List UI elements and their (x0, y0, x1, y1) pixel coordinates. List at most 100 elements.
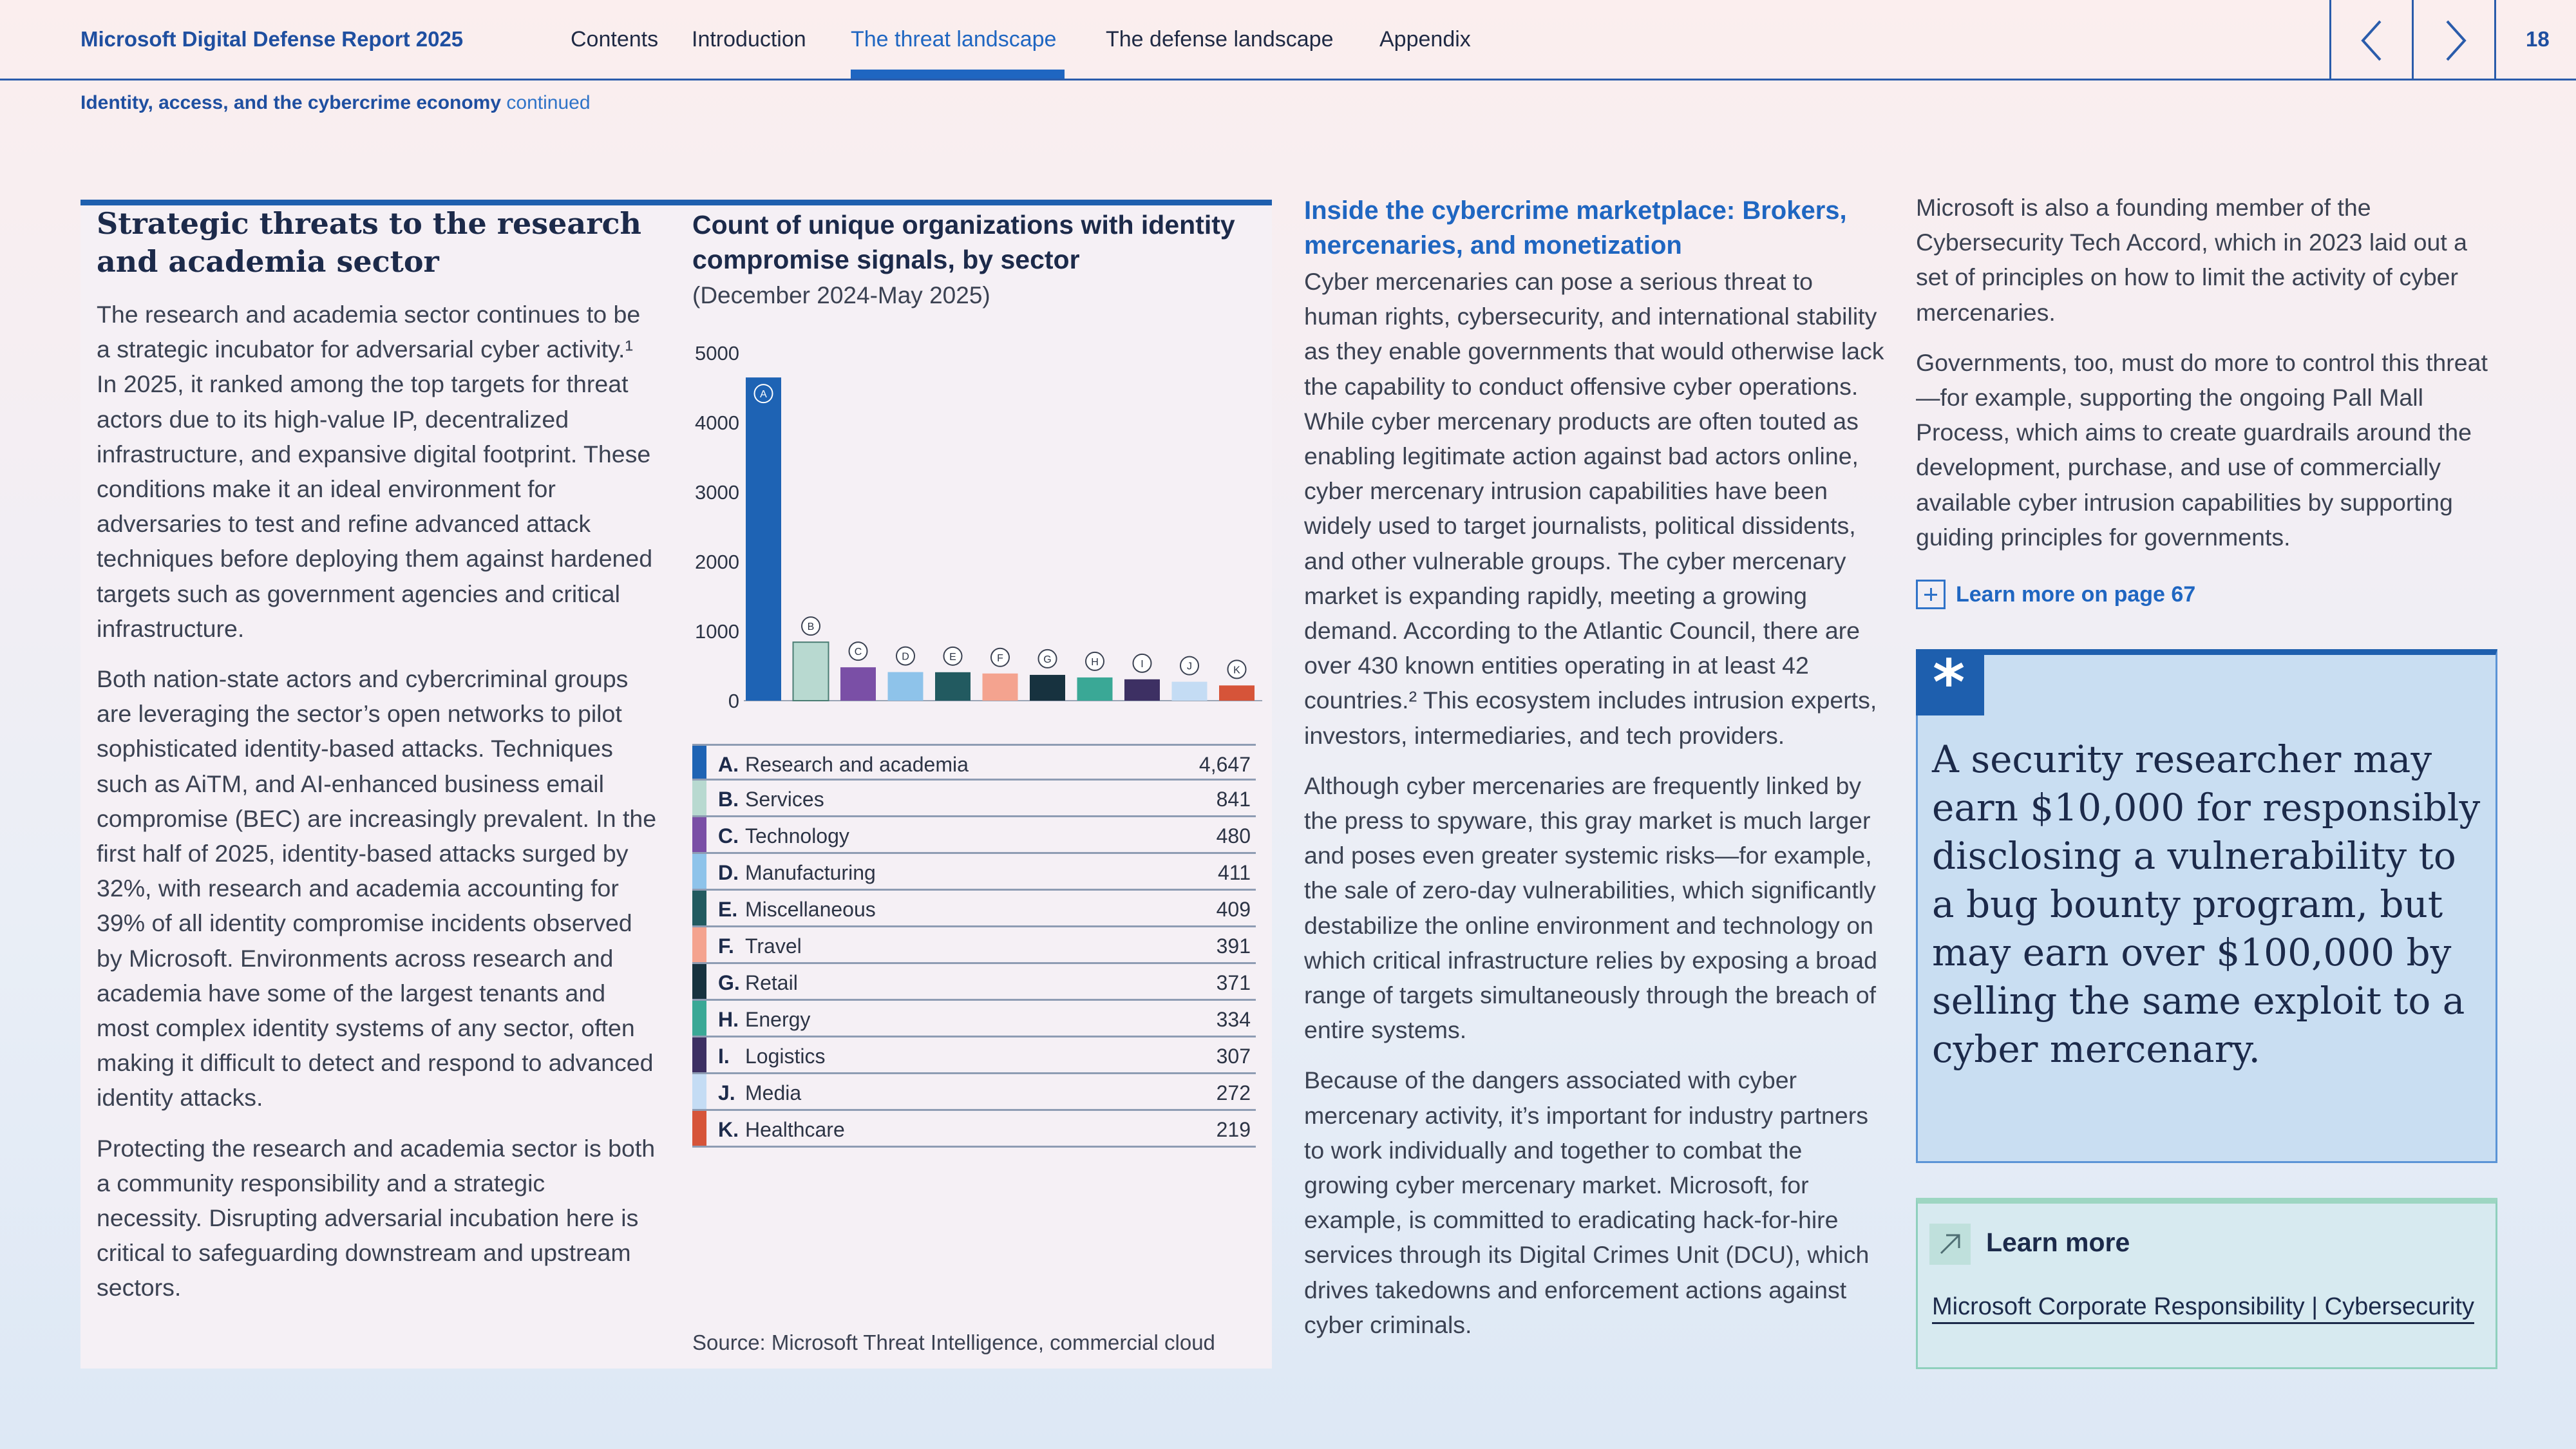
paragraph: Microsoft is also a founding member of t… (1916, 194, 2468, 326)
legend-row: C. Technology 480 (692, 817, 1256, 854)
cybersecurity-link[interactable]: Microsoft Corporate Responsibility | Cyb… (1932, 1293, 2474, 1324)
paragraph: Cyber mercenaries can pose a serious thr… (1304, 268, 1884, 749)
bar-energy (1077, 677, 1113, 701)
legend-value: 334 (1216, 1008, 1251, 1031)
y-tick-label: 0 (728, 690, 739, 712)
legend-value: 219 (1216, 1118, 1251, 1141)
legend-row: F. Travel 391 (692, 927, 1256, 964)
legend-row: A. Research and academia 4,647 (692, 744, 1256, 781)
callout-quote: A security researcher may earn $10,000 f… (1932, 737, 2481, 1071)
bar-marker-letter: E (949, 652, 956, 663)
legend-swatch (692, 746, 706, 779)
next-page-button[interactable] (2412, 0, 2494, 80)
learn-more-title: Learn more (1986, 1227, 2130, 1257)
legend-letter: G. (718, 971, 740, 994)
legend-letter: K. (718, 1118, 739, 1141)
y-tick-label: 5000 (695, 342, 739, 365)
legend-name: Media (745, 1081, 802, 1104)
legend-value: 371 (1216, 971, 1251, 994)
y-tick-label: 2000 (695, 551, 739, 573)
legend-value: 391 (1216, 934, 1251, 958)
plus-icon (1916, 580, 1946, 609)
nav-contents[interactable]: Contents (571, 27, 658, 52)
bar-marker-letter: J (1187, 661, 1192, 672)
breadcrumb-suffix: continued (506, 92, 591, 113)
chart-source: Source: Microsoft Threat Intelligence, c… (692, 1331, 1215, 1354)
legend-swatch (692, 1074, 706, 1109)
section-heading: Strategic threats to the research and ac… (97, 206, 641, 279)
legend-letter: D. (718, 861, 739, 884)
marketplace-heading: Inside the cybercrime marketplace: Broke… (1304, 196, 1847, 260)
legend-swatch (692, 891, 706, 925)
report-title[interactable]: Microsoft Digital Defense Report 2025 (80, 27, 463, 52)
legend-name: Logistics (745, 1045, 826, 1068)
bar-miscellaneous (935, 672, 971, 701)
chart-title: Count of unique organizations with ident… (692, 210, 1235, 274)
legend-name: Research and academia (745, 753, 969, 776)
legend-letter: J. (718, 1081, 735, 1104)
bar-services (792, 641, 829, 701)
nav-defense-landscape[interactable]: The defense landscape (1106, 27, 1333, 52)
bar-marker-letter: K (1233, 665, 1240, 676)
chevron-right-icon (2446, 20, 2467, 61)
nav-appendix[interactable]: Appendix (1379, 27, 1471, 52)
chart-legend-table: A. Research and academia 4,647 B. Services 8… (692, 744, 1256, 1148)
y-tick-label: 1000 (695, 620, 739, 643)
bar-chart: 0 1000 2000 3000 4000 5000 A B C D E F G H I J K (695, 342, 1262, 712)
bar-travel (982, 673, 1018, 701)
legend-value: 480 (1216, 824, 1251, 848)
y-tick-label: 3000 (695, 481, 739, 504)
bar-technology (840, 667, 876, 701)
legend-row: J. Media 272 (692, 1074, 1256, 1111)
legend-swatch (692, 927, 706, 962)
bar-marker-letter: A (760, 389, 767, 400)
legend-swatch (692, 781, 706, 815)
learn-more-page-label[interactable]: Learn more on page 67 (1956, 582, 2195, 607)
bar-manufacturing (887, 672, 923, 701)
legend-value: 4,647 (1198, 753, 1251, 776)
legend-name: Manufacturing (745, 861, 876, 884)
page-number: 18 (2526, 27, 2550, 51)
legend-name: Healthcare (745, 1118, 845, 1141)
active-tab-indicator (851, 70, 1065, 79)
legend-value: 307 (1216, 1045, 1251, 1068)
legend-row: E. Miscellaneous 409 (692, 891, 1256, 927)
bar-media (1171, 681, 1208, 701)
legend-value: 272 (1216, 1081, 1251, 1104)
legend-letter: E. (718, 898, 738, 921)
breadcrumb: Identity, access, and the cybercrime eco… (80, 92, 591, 114)
bar-marker-letter: C (855, 647, 862, 658)
legend-row: H. Energy 334 (692, 1001, 1256, 1037)
legend-row: D. Manufacturing 411 (692, 854, 1256, 891)
nav-introduction[interactable]: Introduction (692, 27, 806, 52)
paragraph: Protecting the research and academia sec… (97, 1134, 656, 1302)
legend-value: 409 (1216, 898, 1251, 921)
legend-swatch (692, 817, 706, 852)
nav-threat-landscape[interactable]: The threat landscape (851, 27, 1056, 52)
middle-body: Cyber mercenaries can pose a serious thr… (1304, 264, 1890, 1358)
asterisk-icon: * (1916, 647, 1984, 719)
legend-letter: H. (718, 1008, 739, 1031)
legend-letter: B. (718, 788, 739, 811)
bar-marker-letter: B (808, 621, 815, 632)
legend-letter: F. (718, 934, 734, 958)
legend-swatch (692, 964, 706, 999)
paragraph: Although cyber mercenaries are frequentl… (1304, 772, 1877, 1044)
learn-more-box (1916, 1198, 2497, 1369)
bar-research-and-academia (746, 377, 781, 701)
bar-marker-letter: H (1091, 657, 1099, 668)
legend-row: K. Healthcare 219 (692, 1111, 1256, 1148)
bar-logistics (1124, 679, 1160, 701)
top-nav-bar: Microsoft Digital Defense Report 2025 Co… (0, 0, 2576, 80)
bar-marker-letter: D (902, 652, 909, 663)
breadcrumb-section: Identity, access, and the cybercrime eco… (80, 92, 502, 113)
left-body: The research and academia sector continu… (97, 297, 657, 1321)
legend-row: I. Logistics 307 (692, 1037, 1256, 1074)
legend-swatch (692, 1037, 706, 1072)
legend-name: Travel (745, 934, 802, 958)
legend-name: Technology (745, 824, 849, 848)
bar-marker-letter: F (997, 653, 1003, 664)
paragraph: Both nation-state actors and cybercrimin… (97, 665, 657, 1112)
previous-page-button[interactable] (2329, 0, 2412, 80)
bar-marker-letter: G (1043, 654, 1051, 665)
